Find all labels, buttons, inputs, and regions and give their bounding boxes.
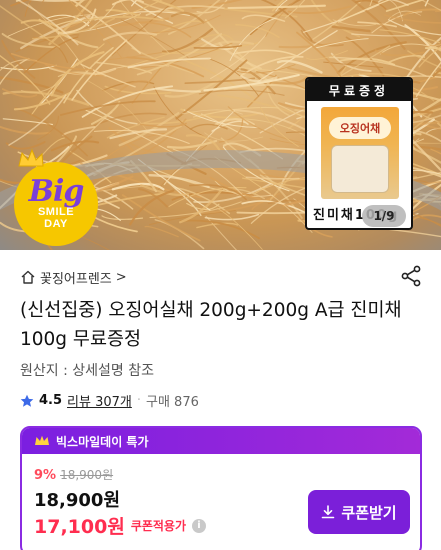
badge-day-text: DAY: [44, 218, 68, 230]
store-link[interactable]: 꽃징어프렌즈 >: [20, 266, 127, 288]
star-icon: [20, 394, 34, 407]
home-icon: [21, 270, 35, 284]
sale-price: 18,900원: [34, 490, 121, 511]
badge-smile-text: SMILE: [37, 206, 75, 218]
info-icon[interactable]: i: [192, 518, 207, 533]
share-icon[interactable]: [399, 264, 423, 288]
coupon-price: 17,100원: [34, 516, 125, 538]
promo-title: 빅스마일데이 특가: [56, 434, 149, 449]
crown-icon: [35, 435, 49, 445]
separator-dot: ·: [136, 393, 141, 408]
discount-percent: 9%: [34, 468, 57, 483]
purchase-count: 구매 876: [146, 395, 199, 410]
store-name: 꽃징어프렌즈: [40, 271, 112, 287]
origin-info: 원산지 : 상세설명 참조: [20, 363, 154, 379]
gift-package-image: 오징어채: [321, 107, 399, 199]
get-coupon-button[interactable]: 쿠폰받기: [308, 490, 410, 534]
gift-package-window: [331, 145, 389, 193]
product-image[interactable]: Big SMILE DAY 무료증정 오징어채 진미채100g 1/9: [0, 0, 441, 250]
get-coupon-label: 쿠폰받기: [341, 504, 397, 522]
rating-score: 4.5: [39, 393, 63, 408]
badge-big-text: Big: [28, 174, 85, 209]
original-price: 18,900원: [60, 468, 114, 482]
free-gift-label: 무료증정: [307, 79, 411, 101]
image-counter: 1/9: [362, 205, 406, 227]
discount-row: 9% 18,900원: [34, 466, 113, 483]
review-count-link[interactable]: 리뷰 307개: [67, 391, 132, 410]
coupon-price-row: 17,100원 쿠폰적용가 i: [34, 512, 207, 539]
gift-package-brand: 오징어채: [329, 117, 391, 139]
product-title: (신선집중) 오징어실채 200g+200g A급 진미채100g 무료증정: [20, 300, 402, 350]
rating-row: 4.5 리뷰 307개 · 구매 876: [20, 391, 199, 410]
promo-header: 빅스마일데이 특가: [22, 428, 420, 454]
chevron-right-icon: >: [115, 269, 127, 285]
big-smile-day-badge: Big SMILE DAY: [14, 148, 98, 246]
promo-box: 빅스마일데이 특가 9% 18,900원 18,900원 17,100원 쿠폰적…: [20, 426, 422, 550]
download-icon: [322, 505, 335, 519]
coupon-price-label: 쿠폰적용가: [130, 519, 187, 533]
crown-icon: [18, 148, 44, 167]
